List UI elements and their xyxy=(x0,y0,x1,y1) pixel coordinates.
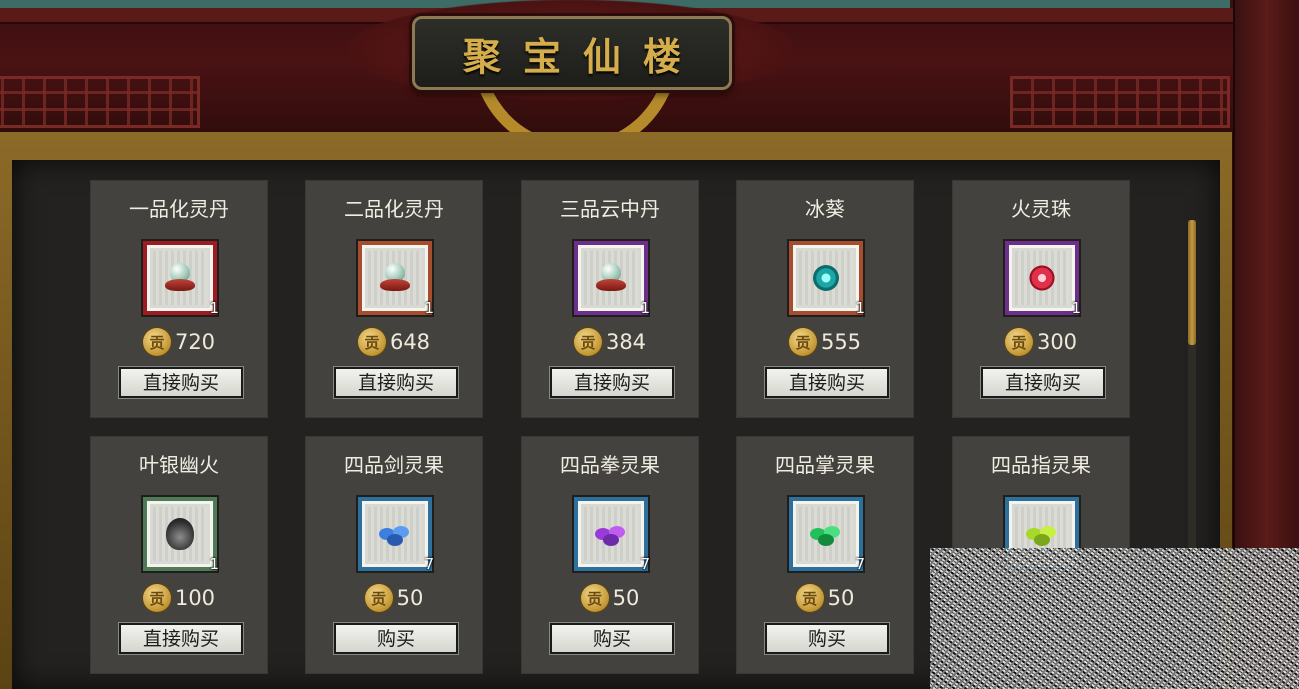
item-quantity: 1 xyxy=(855,299,865,317)
item-quantity: 1 xyxy=(209,555,219,573)
item-name: 一品化灵丹 xyxy=(129,197,229,221)
price-row: 贡 50 xyxy=(522,583,698,613)
item-name: 火灵珠 xyxy=(1011,197,1071,221)
buy-button[interactable]: 直接购买 xyxy=(550,367,674,398)
item-card: 四品拳灵果 7 贡 50 购买 xyxy=(521,436,699,674)
pill-icon xyxy=(380,263,410,293)
price-row: 贡 384 xyxy=(522,327,698,357)
buy-button[interactable]: 购买 xyxy=(334,623,458,654)
item-quantity: 1 xyxy=(1071,299,1081,317)
contribution-coin-icon: 贡 xyxy=(357,328,386,356)
item-name: 四品拳灵果 xyxy=(560,453,660,477)
ice-flower-icon xyxy=(811,263,841,293)
buy-button[interactable]: 直接购买 xyxy=(765,367,889,398)
pill-icon xyxy=(596,263,626,293)
obscured-overlay xyxy=(930,548,1299,689)
spirit-fruit-icon xyxy=(375,522,415,546)
item-name: 四品指灵果 xyxy=(991,453,1091,477)
item-quantity: 7 xyxy=(424,555,434,573)
fire-orb-icon xyxy=(1027,263,1057,293)
item-card: 四品掌灵果 7 贡 50 购买 xyxy=(736,436,914,674)
item-card: 叶银幽火 1 贡 100 直接购买 xyxy=(90,436,268,674)
contribution-coin-icon: 贡 xyxy=(788,328,817,356)
buy-button[interactable]: 购买 xyxy=(550,623,674,654)
shop-title-plaque: 聚宝仙楼 xyxy=(412,16,732,90)
contribution-coin-icon: 贡 xyxy=(580,584,609,612)
item-name: 二品化灵丹 xyxy=(344,197,444,221)
item-slot[interactable]: 7 xyxy=(358,497,434,573)
item-card: 火灵珠 1 贡 300 直接购买 xyxy=(952,180,1130,418)
price-row: 贡 50 xyxy=(737,583,913,613)
item-card: 二品化灵丹 1 贡 648 直接购买 xyxy=(305,180,483,418)
ghost-fire-icon xyxy=(166,518,194,550)
scrollbar-thumb[interactable] xyxy=(1188,220,1196,345)
price-row: 贡 648 xyxy=(306,327,482,357)
spirit-fruit-icon xyxy=(806,522,846,546)
contribution-coin-icon: 贡 xyxy=(1004,328,1033,356)
item-slot[interactable]: 1 xyxy=(358,241,434,317)
item-slot[interactable]: 1 xyxy=(143,241,219,317)
item-name: 叶银幽火 xyxy=(139,453,219,477)
item-quantity: 1 xyxy=(424,299,434,317)
item-slot[interactable]: 1 xyxy=(789,241,865,317)
item-name: 四品掌灵果 xyxy=(775,453,875,477)
item-price: 648 xyxy=(389,330,431,354)
item-quantity: 7 xyxy=(640,555,650,573)
shop-title: 聚宝仙楼 xyxy=(462,33,703,79)
item-price: 720 xyxy=(174,330,216,354)
item-price: 50 xyxy=(396,586,424,610)
item-quantity: 1 xyxy=(640,299,650,317)
item-slot[interactable]: 1 xyxy=(143,497,219,573)
contribution-coin-icon: 贡 xyxy=(795,584,824,612)
contribution-coin-icon: 贡 xyxy=(142,584,171,612)
item-card: 四品剑灵果 7 贡 50 购买 xyxy=(305,436,483,674)
price-row: 贡 720 xyxy=(91,327,267,357)
buy-button[interactable]: 直接购买 xyxy=(334,367,458,398)
item-slot[interactable]: 7 xyxy=(789,497,865,573)
buy-button[interactable]: 直接购买 xyxy=(981,367,1105,398)
item-slot[interactable]: 1 xyxy=(574,241,650,317)
spirit-fruit-icon xyxy=(591,522,631,546)
item-name: 冰葵 xyxy=(805,197,845,221)
item-price: 50 xyxy=(612,586,640,610)
lattice-ornament-left xyxy=(0,76,200,128)
item-price: 300 xyxy=(1036,330,1078,354)
buy-button[interactable]: 直接购买 xyxy=(119,367,243,398)
item-card: 一品化灵丹 1 贡 720 直接购买 xyxy=(90,180,268,418)
item-name: 四品剑灵果 xyxy=(344,453,444,477)
pill-icon xyxy=(165,263,195,293)
price-row: 贡 555 xyxy=(737,327,913,357)
item-quantity: 1 xyxy=(209,299,219,317)
item-quantity: 7 xyxy=(855,555,865,573)
item-name: 三品云中丹 xyxy=(560,197,660,221)
item-slot[interactable]: 7 xyxy=(574,497,650,573)
contribution-coin-icon: 贡 xyxy=(573,328,602,356)
item-price: 384 xyxy=(605,330,647,354)
price-row: 贡 300 xyxy=(953,327,1129,357)
buy-button[interactable]: 购买 xyxy=(765,623,889,654)
contribution-coin-icon: 贡 xyxy=(364,584,393,612)
lattice-ornament-right xyxy=(1010,76,1230,128)
item-price: 50 xyxy=(827,586,855,610)
item-card: 三品云中丹 1 贡 384 直接购买 xyxy=(521,180,699,418)
item-slot[interactable]: 1 xyxy=(1005,241,1081,317)
buy-button[interactable]: 直接购买 xyxy=(119,623,243,654)
spirit-fruit-icon xyxy=(1022,522,1062,546)
price-row: 贡 50 xyxy=(306,583,482,613)
item-price: 100 xyxy=(174,586,216,610)
item-price: 555 xyxy=(820,330,862,354)
price-row: 贡 100 xyxy=(91,583,267,613)
item-card: 冰葵 1 贡 555 直接购买 xyxy=(736,180,914,418)
contribution-coin-icon: 贡 xyxy=(142,328,171,356)
